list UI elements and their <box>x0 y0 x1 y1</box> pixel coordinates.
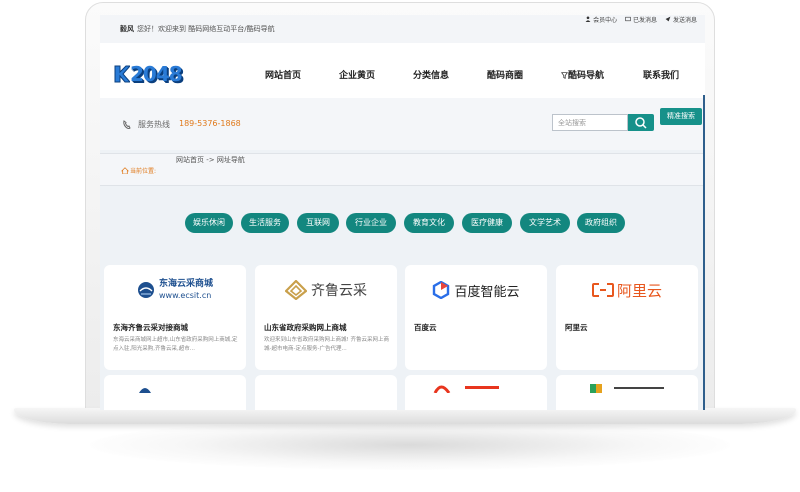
category-life-services[interactable]: 生活服务 <box>241 213 289 233</box>
card-logo-url: www.ecsit.cn <box>158 291 212 300</box>
site-logo[interactable]: 2048 <box>114 62 183 86</box>
top-links: 会员中心 已发消息 发送消息 <box>585 15 697 24</box>
card-title[interactable]: 山东省政府采购网上商城 <box>264 322 347 333</box>
laptop-base <box>14 408 796 424</box>
category-education[interactable]: 教育文化 <box>404 213 454 233</box>
category-industry[interactable]: 行业企业 <box>346 213 396 233</box>
service-bar: 服务热线 189-5376-1868 全站搜索 精准搜索 <box>100 98 705 150</box>
category-government[interactable]: 政府组织 <box>577 213 625 233</box>
send-icon <box>665 16 671 22</box>
site-card[interactable] <box>405 375 547 410</box>
welcome-text: 毅风 您好！欢迎来到 酷码网络互动平台/酷码导航 <box>120 24 275 34</box>
breadcrumb-label: 当前位置: <box>130 168 157 175</box>
send-message-link[interactable]: 发送消息 <box>665 15 697 24</box>
partial-logo-icon <box>590 384 664 393</box>
site-card[interactable]: 阿里云 阿里云 <box>556 265 698 370</box>
scrollbar[interactable] <box>703 95 705 410</box>
site-card[interactable] <box>556 375 698 410</box>
card-desc: 东海云采商城网上超市,山东省政府采购网上商城,定点入驻,阳光采购,齐鲁云采,超市… <box>113 337 238 352</box>
card-logo-text: 百度智能云 <box>454 284 520 300</box>
message-icon <box>625 16 631 22</box>
breadcrumb: 当前位置: 网站首页 -> 网址导航 <box>100 153 705 186</box>
baidu-cloud-logo-icon <box>433 281 450 299</box>
partial-logo-icon <box>139 388 151 393</box>
qilu-logo-icon <box>285 280 307 300</box>
phone-icon <box>123 120 131 129</box>
browser-screen: 毅风您好！欢迎来到 酷码网络互动平台/酷码导航 会员中心 已发消息 发送消息 <box>100 15 705 410</box>
nav-business-circle[interactable]: 酷码商圈 <box>487 68 523 81</box>
member-center-link[interactable]: 会员中心 <box>585 15 617 24</box>
hotline-label: 服务热线 <box>138 120 170 129</box>
category-entertainment[interactable]: 娱乐休闲 <box>185 213 233 233</box>
laptop-shadow <box>90 420 730 470</box>
advanced-search-button[interactable]: 精准搜索 <box>660 108 702 125</box>
card-logo-text: 东海云采商城 <box>158 279 213 289</box>
card-logo: 齐鲁云采 <box>255 265 397 315</box>
card-title[interactable]: 东海齐鲁云采对接商城 <box>113 322 188 333</box>
sent-messages-link[interactable]: 已发消息 <box>625 15 657 24</box>
category-literature[interactable]: 文学艺术 <box>520 213 570 233</box>
home-icon <box>121 167 129 174</box>
site-card[interactable] <box>104 375 246 410</box>
category-health[interactable]: 医疗健康 <box>462 213 512 233</box>
breadcrumb-path[interactable]: 网站首页 -> 网址导航 <box>176 155 245 165</box>
filter-icon <box>561 72 568 79</box>
welcome-message: 您好！欢迎来到 酷码网络互动平台/酷码导航 <box>137 25 275 33</box>
card-logo-text: 齐鲁云采 <box>311 283 367 299</box>
hotline-number: 189-5376-1868 <box>179 119 241 128</box>
category-pills: 娱乐休闲 生活服务 互联网 行业企业 教育文化 医疗健康 文学艺术 政府组织 <box>100 213 705 235</box>
category-internet[interactable]: 互联网 <box>297 213 339 233</box>
nav-yellow-pages[interactable]: 企业黄页 <box>339 68 375 81</box>
site-card[interactable] <box>255 375 397 410</box>
card-title[interactable]: 百度云 <box>414 322 437 333</box>
aliyun-logo-icon <box>591 283 614 297</box>
username[interactable]: 毅风 <box>120 25 134 33</box>
ecsit-logo-icon <box>137 282 154 298</box>
card-logo-text: 阿里云 <box>616 281 662 300</box>
card-logo: 东海云采商城 www.ecsit.cn <box>104 265 246 315</box>
stage: 毅风您好！欢迎来到 酷码网络互动平台/酷码导航 会员中心 已发消息 发送消息 <box>0 0 800 492</box>
site-card[interactable]: 百度智能云 百度云 <box>405 265 547 370</box>
logo-text: 2048 <box>130 62 183 86</box>
card-title[interactable]: 阿里云 <box>565 322 588 333</box>
site-card[interactable]: 东海云采商城 www.ecsit.cn 东海齐鲁云采对接商城 东海云采商城网上超… <box>104 265 246 370</box>
card-logo: 百度智能云 <box>405 265 547 315</box>
site-header: 2048 网站首页 企业黄页 分类信息 酷码商圈 酷码导航 联系我们 <box>100 43 705 98</box>
top-bar: 毅风 您好！欢迎来到 酷码网络互动平台/酷码导航 会员中心 已发消息 发送消息 <box>100 15 705 43</box>
search-button[interactable] <box>628 114 654 131</box>
search-icon <box>635 117 647 129</box>
card-logo: 阿里云 <box>556 265 698 315</box>
user-icon <box>585 16 591 22</box>
nav-directory[interactable]: 酷码导航 <box>561 68 604 81</box>
nav-contact[interactable]: 联系我们 <box>643 68 679 81</box>
logo-k-icon <box>114 65 130 83</box>
card-desc: 欢迎来到山东省政府采购网上商城! 齐鲁云采网上商城-超市电商-定点服务-广告代理… <box>264 337 389 352</box>
partial-logo-icon <box>433 385 499 393</box>
nav-home[interactable]: 网站首页 <box>265 68 301 81</box>
nav-classifieds[interactable]: 分类信息 <box>413 68 449 81</box>
site-card[interactable]: 齐鲁云采 山东省政府采购网上商城 欢迎来到山东省政府采购网上商城! 齐鲁云采网上… <box>255 265 397 370</box>
search-input[interactable]: 全站搜索 <box>552 114 628 131</box>
